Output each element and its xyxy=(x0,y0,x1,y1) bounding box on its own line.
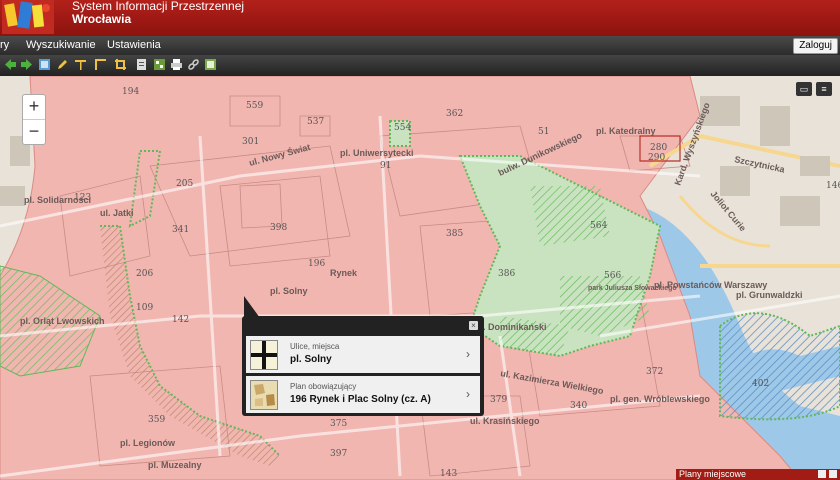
street-label: pl. Katedralny xyxy=(596,126,656,136)
plan-number: 372 xyxy=(646,367,663,377)
popup-tail xyxy=(244,296,260,318)
plan-number: 564 xyxy=(590,221,607,231)
popup-row-label: Ulice, miejsca xyxy=(290,342,340,351)
popup-row-street[interactable]: Ulice, miejsca pl. Solny › xyxy=(246,336,480,373)
park-hatch-2 xyxy=(530,186,610,246)
plan-number: 559 xyxy=(246,101,263,111)
crop-icon[interactable] xyxy=(114,58,127,71)
plan-number: 143 xyxy=(440,469,457,479)
map-icon[interactable] xyxy=(38,58,51,71)
plan-number: 196 xyxy=(308,259,325,269)
street-label: park Juliusza Słowackiego xyxy=(588,285,677,292)
crossroads-icon xyxy=(250,340,278,370)
zoom-out-button[interactable]: − xyxy=(23,120,45,144)
popup-row-plan[interactable]: Plan obowiązujący 196 Rynek i Plac Solny… xyxy=(246,376,480,413)
back-arrow-icon[interactable] xyxy=(4,58,17,71)
popup-row-value: 196 Rynek i Plac Solny (cz. A) xyxy=(290,394,431,405)
measure-angle-icon[interactable] xyxy=(94,58,107,71)
plan-number: 206 xyxy=(136,269,153,279)
app-logo-icon xyxy=(2,0,54,34)
plan-number: 398 xyxy=(270,223,287,233)
plan-number: 146 xyxy=(826,181,840,191)
app-header: System Informacji Przestrzennej Wrocławi… xyxy=(0,0,840,36)
plan-number: 554 xyxy=(394,123,411,133)
app-subtitle: Wrocławia xyxy=(72,12,132,26)
popup-row-label: Plan obowiązujący xyxy=(290,382,357,391)
street-label: pl. Solidarności xyxy=(24,195,91,205)
toolbar xyxy=(0,55,840,76)
info-popup: × Ulice, miejsca pl. Solny › Plan obowią… xyxy=(242,316,484,416)
plan-number: 109 xyxy=(136,303,153,313)
plan-map-icon xyxy=(250,380,278,410)
street-label: Rynek xyxy=(330,268,358,278)
plan-number: 205 xyxy=(176,179,193,189)
maximize-icon[interactable] xyxy=(829,470,837,478)
plan-number: 362 xyxy=(446,109,463,119)
pencil-icon[interactable] xyxy=(56,58,69,71)
map-canvas[interactable]: 194 559 537 554 362 301 51 280 290 91 20… xyxy=(0,76,840,480)
layers-panel-icon[interactable]: ≡ xyxy=(816,82,832,96)
zoom-in-button[interactable]: + xyxy=(23,95,45,120)
plan-number: 359 xyxy=(148,415,165,425)
plan-number: 402 xyxy=(752,379,769,389)
menu-bar: ry Wyszukiwanie Ustawienia Zaloguj xyxy=(0,36,840,55)
comment-icon[interactable]: ▭ xyxy=(796,82,812,96)
plan-number: 290 xyxy=(648,153,665,163)
plan-number: 375 xyxy=(330,419,347,429)
plan-number: 194 xyxy=(122,87,139,97)
map-view[interactable]: 194 559 537 554 362 301 51 280 290 91 20… xyxy=(0,76,840,480)
street-label: ul. Jatki xyxy=(100,208,134,218)
print-icon[interactable] xyxy=(170,58,183,71)
plans-panel[interactable]: Plany miejscowe xyxy=(676,469,840,480)
plan-number: 386 xyxy=(498,269,515,279)
measure-length-icon[interactable] xyxy=(74,58,87,71)
menu-item-settings[interactable]: Ustawienia xyxy=(107,39,161,51)
chevron-right-icon[interactable]: › xyxy=(466,347,470,361)
plan-number: 280 xyxy=(650,143,667,153)
street-label: pl. gen. Wróblewskiego xyxy=(610,394,710,404)
street-label: pl. Grunwaldzki xyxy=(736,290,803,300)
link-icon[interactable] xyxy=(187,58,200,71)
plan-number: 51 xyxy=(538,127,549,137)
plan-number: 142 xyxy=(172,315,189,325)
chevron-right-icon[interactable]: › xyxy=(466,387,470,401)
zoom-control: + − xyxy=(22,94,46,145)
plan-number: 566 xyxy=(604,271,621,281)
plan-number: 91 xyxy=(380,161,391,171)
street-label: ul. Krasińskiego xyxy=(470,416,540,426)
plan-number: 340 xyxy=(570,401,587,411)
export-icon[interactable] xyxy=(204,58,217,71)
street-label: pl. Legionów xyxy=(120,438,176,448)
street-label: pl. Uniwersytecki xyxy=(340,148,414,158)
menu-item-search[interactable]: Wyszukiwanie xyxy=(26,39,96,51)
forward-arrow-icon[interactable] xyxy=(20,58,33,71)
print-preview-icon[interactable] xyxy=(135,58,148,71)
street-label: pl. Orląt Lwowskich xyxy=(20,316,105,326)
minimize-icon[interactable] xyxy=(818,470,826,478)
street-label: pl. Muzealny xyxy=(148,460,202,470)
menu-item-partial[interactable]: ry xyxy=(0,39,9,51)
plan-number: 537 xyxy=(307,117,324,127)
layers-icon[interactable] xyxy=(153,58,166,71)
plan-number: 341 xyxy=(172,225,189,235)
plan-number: 301 xyxy=(242,137,259,147)
plan-number: 385 xyxy=(446,229,463,239)
street-label: pl. Dominikański xyxy=(475,322,547,332)
popup-row-value: pl. Solny xyxy=(290,354,332,365)
plan-number: 379 xyxy=(490,395,507,405)
street-label: pl. Solny xyxy=(270,286,308,296)
plan-number: 397 xyxy=(330,449,347,459)
plans-panel-title: Plany miejscowe xyxy=(679,469,747,479)
close-icon[interactable]: × xyxy=(469,321,478,330)
login-button[interactable]: Zaloguj xyxy=(793,38,838,54)
